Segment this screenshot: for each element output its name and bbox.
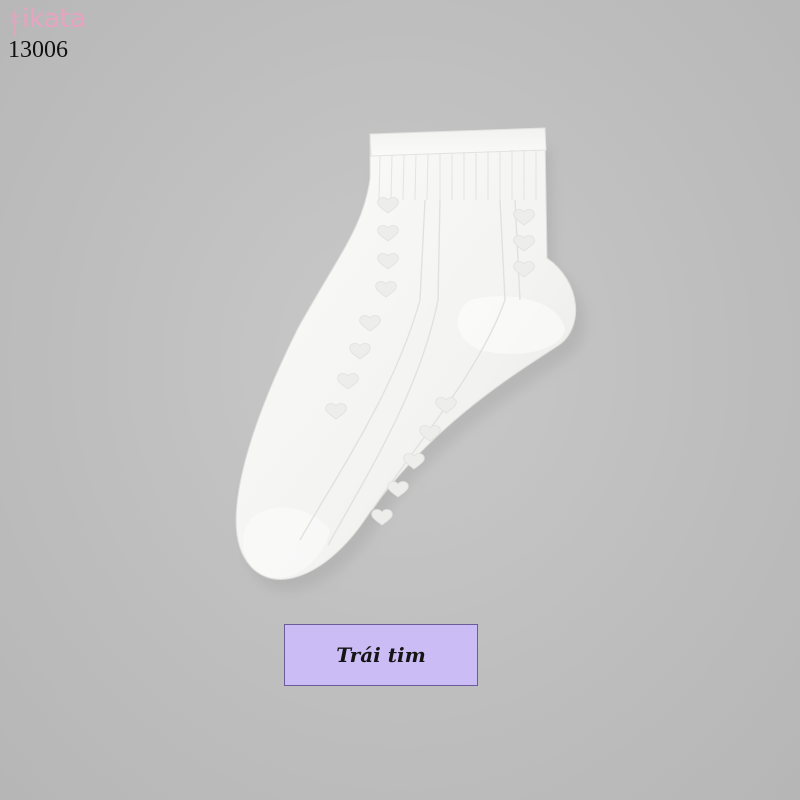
variant-label-text: Trái tim xyxy=(336,643,426,667)
variant-label: Trái tim xyxy=(284,624,478,686)
